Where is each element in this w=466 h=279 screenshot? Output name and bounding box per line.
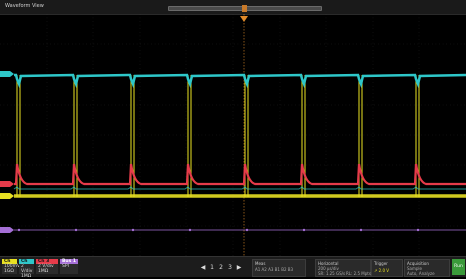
nav-next-button[interactable]: ▶	[235, 264, 243, 272]
bus-transition-marker	[359, 228, 363, 232]
channel-2-scale: 2 V/div	[21, 264, 33, 274]
acquisition-panel[interactable]: Acquisition Sample Auto, Analyze	[404, 259, 450, 277]
channel-ground-markers[interactable]	[0, 71, 14, 233]
horizontal-record-length: RL: 2.5 Mpts	[346, 271, 371, 276]
bus-transition-marker	[245, 228, 249, 232]
channel-2-low	[13, 186, 466, 190]
nav-1-button[interactable]: 1	[208, 264, 216, 272]
bus-transition-marker	[188, 228, 192, 232]
channel-2-badge[interactable]: Ch 2 2 V/div 1MΩ	[19, 259, 34, 279]
bus-transition-marker	[302, 228, 306, 232]
bus-1-marker[interactable]	[0, 227, 14, 233]
nav-3-button[interactable]: 3	[226, 264, 234, 272]
bus-transition-marker	[17, 228, 21, 232]
measure-title: Meas	[255, 261, 266, 266]
waveform-display[interactable]	[0, 14, 466, 256]
bus-1-badge[interactable]: Bus 1 SPI	[60, 259, 78, 275]
channel-2-trace	[14, 73, 466, 89]
bottom-status-bar: Ch 1 100mV/div 1GΩ Ch 2 2 V/div 1MΩ Ch 3 2…	[0, 256, 466, 279]
channel-2-ground-marker[interactable]	[0, 71, 14, 77]
bus-transition-marker	[416, 228, 420, 232]
nav-prev-button[interactable]: ◀	[199, 264, 207, 272]
waveform-traces	[13, 73, 466, 232]
top-bar: Waveform View	[0, 0, 466, 15]
record-view-scrollbar[interactable]	[168, 5, 322, 12]
oscilloscope-window: Waveform View Ch 1 100mV/div 1GΩ Ch 2 2 V…	[0, 0, 466, 279]
bus-1-type: SPI	[62, 264, 69, 269]
channel-3-ground-marker[interactable]	[0, 181, 14, 187]
channel-2-impedance: 1MΩ	[21, 274, 32, 279]
trigger-panel[interactable]: Trigger ↗ 2.0 V	[371, 259, 403, 277]
measure-text: A1 A2 A3 B1 B2 B3	[255, 267, 294, 272]
trigger-title: Trigger	[374, 261, 388, 266]
trigger-level: ↗ 2.0 V	[374, 268, 389, 273]
graticule	[0, 14, 466, 256]
measure-panel[interactable]: Meas A1 A2 A3 B1 B2 B3	[252, 259, 306, 277]
horizontal-panel[interactable]: Horizontal 200 µs/div SR: 1.25 GS/s RL: …	[315, 259, 371, 277]
window-title: Waveform View	[5, 3, 44, 9]
bus-transition-marker	[74, 228, 78, 232]
horizontal-sample-rate: SR: 1.25 GS/s	[318, 271, 346, 276]
nav-2-button[interactable]: 2	[217, 264, 225, 272]
channel-3-trace	[14, 163, 466, 186]
channel-3-impedance: 1MΩ	[38, 269, 49, 274]
channel-1-impedance: 1GΩ	[4, 269, 14, 274]
channel-1-badge[interactable]: Ch 1 100mV/div 1GΩ	[2, 259, 28, 275]
run-stop-button[interactable]: Run	[452, 259, 465, 275]
scroll-thumb[interactable]	[242, 5, 247, 12]
bus-transition-marker	[131, 228, 135, 232]
channel-1-ground-marker[interactable]	[0, 193, 14, 199]
acquisition-status: Auto, Analyze	[407, 271, 435, 276]
channel-3-badge[interactable]: Ch 3 2 V/div 1MΩ	[36, 259, 58, 275]
